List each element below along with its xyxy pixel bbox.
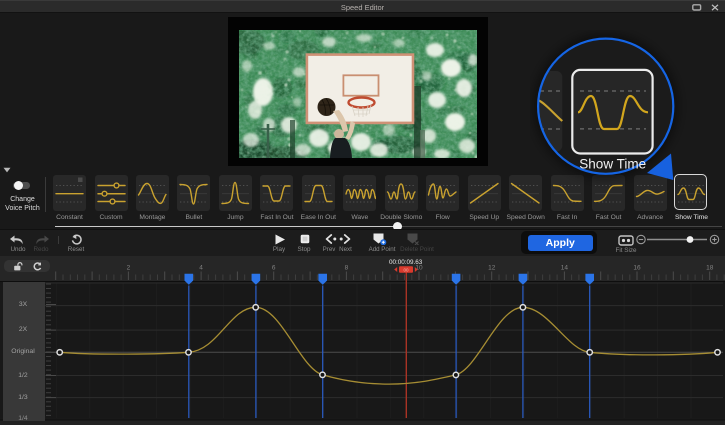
svg-text:8: 8 — [345, 265, 349, 272]
svg-text:00:00:09.63: 00:00:09.63 — [389, 259, 423, 266]
svg-text:6: 6 — [272, 265, 276, 272]
svg-text:16: 16 — [633, 265, 641, 272]
svg-text:00: 00 — [403, 267, 409, 272]
svg-text:18: 18 — [706, 265, 714, 272]
svg-text:12: 12 — [488, 265, 496, 272]
svg-text:Show Time: Show Time — [579, 157, 646, 172]
svg-text:4: 4 — [199, 265, 203, 272]
svg-text:2: 2 — [127, 265, 131, 272]
svg-text:14: 14 — [561, 265, 569, 272]
